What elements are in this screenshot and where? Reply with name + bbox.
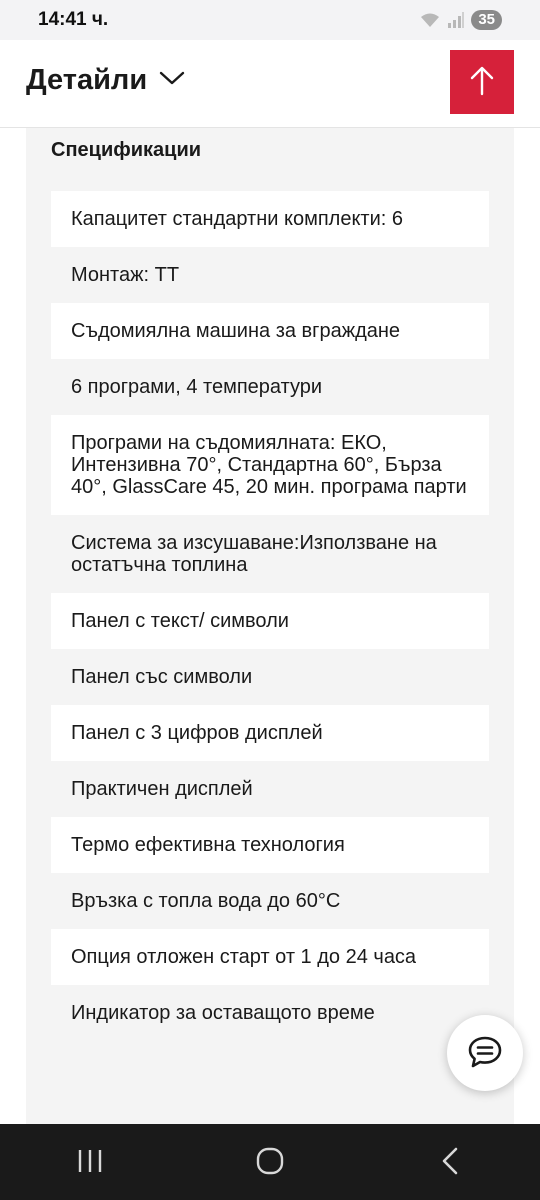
page-header: Детайли	[0, 40, 540, 128]
spec-item: Индикатор за оставащото време	[71, 1002, 375, 1024]
home-icon	[255, 1146, 285, 1179]
chat-bubble-icon	[467, 1035, 503, 1072]
recent-apps-icon	[76, 1148, 104, 1177]
back-icon	[440, 1146, 460, 1179]
signal-icon	[447, 11, 465, 29]
back-button[interactable]	[410, 1132, 490, 1192]
spec-item: Практичен дисплей	[71, 778, 253, 800]
status-bar: 14:41 ч. 35	[0, 0, 540, 40]
scroll-top-button[interactable]	[450, 50, 514, 114]
spec-item: Монтаж: TT	[71, 264, 180, 286]
arrow-up-icon	[470, 66, 494, 99]
recent-apps-button[interactable]	[50, 1132, 130, 1192]
spec-item: Връзка с топла вода до 60°C	[71, 890, 341, 912]
status-time: 14:41 ч.	[38, 9, 109, 30]
status-icons: 35	[419, 10, 502, 30]
home-button[interactable]	[230, 1132, 310, 1192]
specifications-heading: Спецификации	[51, 139, 202, 161]
wifi-icon	[419, 11, 441, 29]
spec-item: Система за изсушаване:Използване на оста…	[71, 532, 437, 576]
specifications-list: Капацитет стандартни комплекти: 6 Монтаж…	[51, 191, 489, 1041]
spec-item: Програми на съдомиялната: ЕКО, Интензивн…	[51, 415, 489, 515]
battery-indicator: 35	[471, 10, 502, 30]
spec-item: 6 програми, 4 температури	[71, 376, 323, 398]
spec-item: Панел с 3 цифров дисплей	[51, 705, 489, 761]
spec-item: Панел със символи	[71, 666, 253, 688]
details-dropdown[interactable]: Детайли	[26, 64, 185, 97]
chat-button[interactable]	[447, 1015, 523, 1091]
spec-item: Опция отложен старт от 1 до 24 часа	[51, 929, 489, 985]
specifications-panel: Спецификации Капацитет стандартни компле…	[26, 128, 514, 1124]
page-title: Детайли	[26, 64, 148, 96]
spec-item: Съдомиялна машина за вграждане	[51, 303, 489, 359]
chevron-down-icon	[159, 70, 185, 91]
spec-item: Панел с текст/ символи	[51, 593, 489, 649]
spec-item: Термо ефективна технология	[51, 817, 489, 873]
content-area[interactable]: Спецификации Капацитет стандартни компле…	[0, 128, 540, 1124]
system-nav-bar	[0, 1124, 540, 1200]
spec-item: Капацитет стандартни комплекти: 6	[51, 191, 489, 247]
